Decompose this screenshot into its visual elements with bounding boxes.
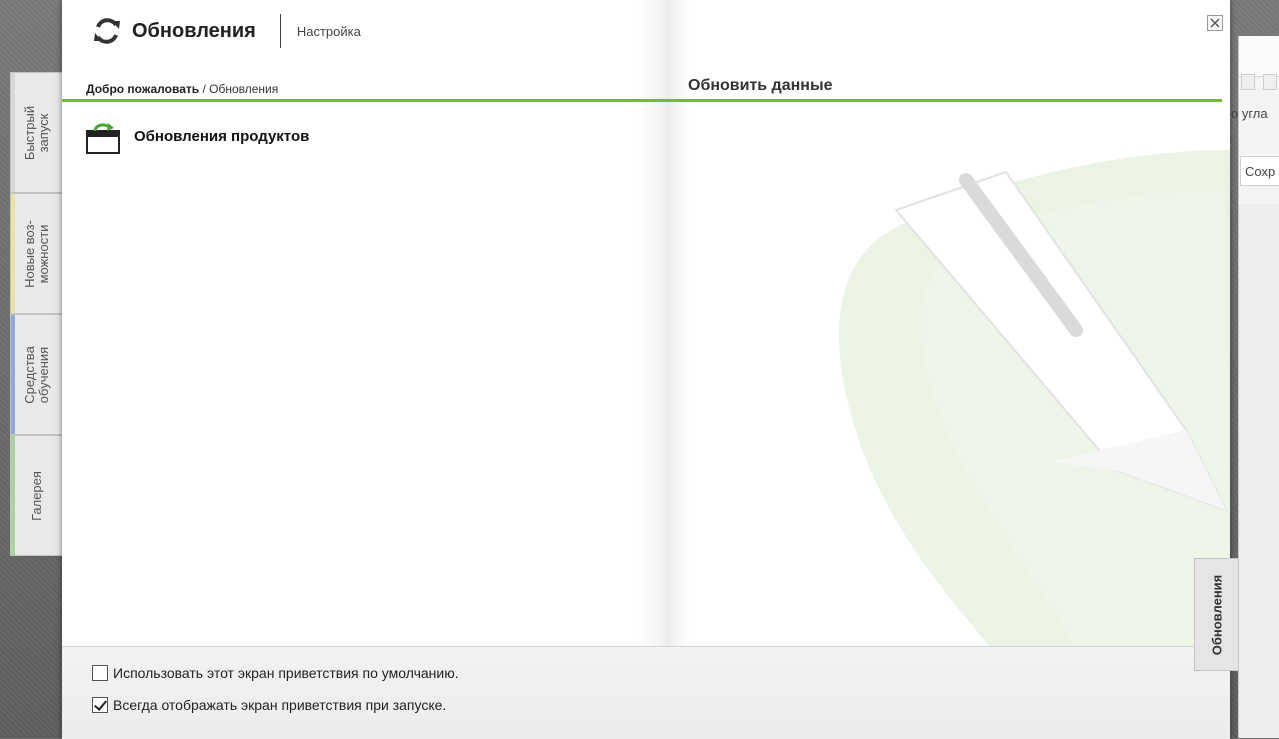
product-updates-label: Обновления продуктов [134, 127, 310, 145]
tab-label: Галерея [28, 470, 44, 521]
refresh-icon [94, 18, 120, 44]
background-panel [1239, 204, 1279, 738]
right-page [666, 0, 1230, 738]
left-page [62, 0, 666, 738]
tab-gallery[interactable]: Галерея [10, 435, 62, 556]
tab-updates-label: Обновления [1209, 574, 1224, 655]
option-use-default[interactable]: Использовать этот экран приветствия по у… [92, 665, 459, 681]
tab-new-features[interactable]: Новые воз-можности [10, 193, 62, 314]
tab-label: Быстрый запуск [21, 105, 51, 160]
background-toolbar-icon [1263, 74, 1277, 90]
tab-accent [11, 194, 15, 313]
page-title: Обновления [132, 19, 256, 42]
right-panel-heading: Обновить данные [688, 77, 833, 94]
accent-divider [62, 99, 1222, 102]
tab-accent [11, 436, 15, 555]
tab-accent [11, 315, 15, 434]
tab-label: Новые воз-можности [21, 219, 51, 288]
breadcrumb-separator: / [199, 82, 210, 96]
breadcrumb-home[interactable]: Добро пожаловать [86, 82, 199, 96]
background-toolbar [1239, 36, 1279, 77]
tab-label: Средства обучения [21, 345, 51, 404]
tab-updates[interactable]: Обновления [1194, 558, 1238, 671]
header-divider [279, 14, 281, 48]
tab-quick-start[interactable]: Быстрый запуск [10, 72, 62, 193]
tab-learning-tools[interactable]: Средства обучения [10, 314, 62, 435]
breadcrumb: Добро пожаловать / Обновления [86, 82, 278, 96]
tab-accent [11, 73, 15, 192]
settings-link[interactable]: Настройка [297, 24, 361, 39]
use-default-label: Использовать этот экран приветствия по у… [113, 665, 459, 681]
product-updates-item[interactable]: Обновления продуктов [86, 122, 309, 154]
background-text: о угла [1231, 106, 1268, 121]
close-button[interactable] [1207, 15, 1223, 31]
product-update-icon [86, 123, 120, 154]
use-default-checkbox[interactable] [92, 665, 108, 681]
always-show-label: Всегда отображать экран приветствия при … [113, 697, 447, 713]
breadcrumb-current: Обновления [209, 82, 279, 96]
always-show-checkbox[interactable] [92, 697, 108, 713]
welcome-screen-dialog: Обновления Настройка Добро пожаловать / … [62, 0, 1230, 739]
corel-logo-watermark [838, 150, 1230, 700]
background-button-label: Сохр [1245, 164, 1276, 179]
footer [62, 646, 1230, 739]
left-tab-strip: Быстрый запуск Новые воз-можности Средств… [10, 72, 62, 556]
page-header: Обновления Настройка [92, 14, 361, 48]
close-icon [1210, 18, 1220, 28]
background-toolbar-icon [1241, 74, 1255, 90]
option-always-show[interactable]: Всегда отображать экран приветствия при … [92, 697, 446, 713]
background-app: о угла Сохр [1231, 36, 1279, 738]
